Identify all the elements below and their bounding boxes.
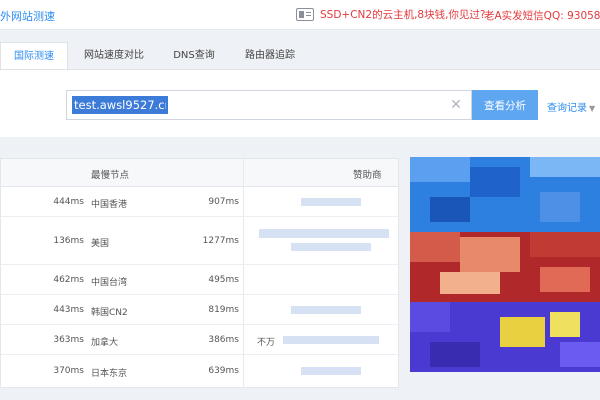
chevron-down-icon: ▼ bbox=[589, 104, 596, 113]
slowest-time: 907ms bbox=[208, 197, 239, 207]
table-header: 最慢节点 赞助商 bbox=[1, 159, 398, 187]
promo-link[interactable]: SSD+CN2的云主机,8块钱,你见过? bbox=[296, 7, 486, 22]
ad-banner-blue[interactable] bbox=[410, 157, 600, 232]
slowest-time: 1277ms bbox=[202, 236, 239, 246]
slowest-node: 韩国CN2 bbox=[91, 308, 128, 318]
search-box: ✕ bbox=[66, 90, 472, 120]
table-row: 444ms 中国香港 907ms bbox=[1, 187, 398, 217]
header-sponsor: 赞助商 bbox=[353, 170, 382, 181]
sponsor-text[interactable]: 不万 bbox=[257, 335, 275, 348]
ad-banner-purple[interactable] bbox=[410, 302, 600, 372]
site-title[interactable]: 外网站测速 bbox=[0, 8, 55, 24]
slowest-node: 中国台湾 bbox=[91, 278, 128, 288]
slowest-node: 美国 bbox=[91, 239, 110, 249]
promo-card-icon bbox=[296, 8, 314, 21]
sponsor-blur bbox=[291, 306, 361, 314]
tab-dns-lookup[interactable]: DNS查询 bbox=[164, 42, 224, 70]
slowest-node: 日本东京 bbox=[91, 369, 128, 379]
table-row: 136ms 美国 1277ms bbox=[1, 217, 398, 265]
history-label: 查询记录 bbox=[547, 103, 587, 114]
ad-banner-red[interactable] bbox=[410, 232, 600, 302]
sponsor-blur bbox=[301, 367, 361, 375]
slowest-node: 加拿大 bbox=[91, 338, 119, 348]
promo-text[interactable]: SSD+CN2的云主机,8块钱,你见过? bbox=[320, 7, 486, 22]
slowest-node: 中国香港 bbox=[91, 200, 128, 210]
fastest-time: 370ms bbox=[53, 366, 84, 376]
analyze-button[interactable]: 查看分析 bbox=[472, 90, 538, 120]
table-row: 462ms 中国台湾 495ms bbox=[1, 265, 398, 295]
sponsor-blur bbox=[259, 229, 389, 238]
tab-site-compare[interactable]: 网站速度对比 bbox=[78, 42, 150, 70]
header-slowest-node: 最慢节点 bbox=[91, 170, 130, 181]
search-panel: ✕ 查看分析 查询记录▼ bbox=[0, 69, 600, 137]
sponsor-blur bbox=[301, 198, 361, 206]
fastest-time: 136ms bbox=[53, 236, 84, 246]
top-bar: 外网站测速 SSD+CN2的云主机,8块钱,你见过? 老A实发短信QQ: 930… bbox=[0, 0, 600, 30]
fastest-time: 444ms bbox=[53, 197, 84, 207]
results-table: 最慢节点 赞助商 444ms 中国香港 907ms 136ms 美国 1277m… bbox=[0, 158, 399, 388]
close-icon[interactable]: ✕ bbox=[449, 97, 463, 113]
history-dropdown[interactable]: 查询记录 ▼ bbox=[547, 99, 595, 114]
contact-info[interactable]: 老A实发短信QQ: 930587 bbox=[484, 8, 600, 23]
tab-international-test[interactable]: 国际测速 bbox=[0, 42, 68, 70]
table-row: 370ms 日本东京 639ms bbox=[1, 355, 398, 387]
tab-bar: 国际测速 网站速度对比 DNS查询 路由器追踪 bbox=[0, 42, 600, 70]
sponsor-blur bbox=[283, 336, 379, 344]
fastest-time: 443ms bbox=[53, 305, 84, 315]
sponsor-blur bbox=[291, 243, 371, 251]
slowest-time: 639ms bbox=[208, 366, 239, 376]
slowest-time: 386ms bbox=[208, 335, 239, 345]
slowest-time: 495ms bbox=[208, 275, 239, 285]
tab-traceroute[interactable]: 路由器追踪 bbox=[236, 42, 304, 70]
search-input[interactable] bbox=[72, 96, 168, 114]
table-row: 443ms 韩国CN2 819ms bbox=[1, 295, 398, 325]
fastest-time: 363ms bbox=[53, 335, 84, 345]
fastest-time: 462ms bbox=[53, 275, 84, 285]
slowest-time: 819ms bbox=[208, 305, 239, 315]
table-row: 363ms 加拿大 386ms 不万 bbox=[1, 325, 398, 355]
